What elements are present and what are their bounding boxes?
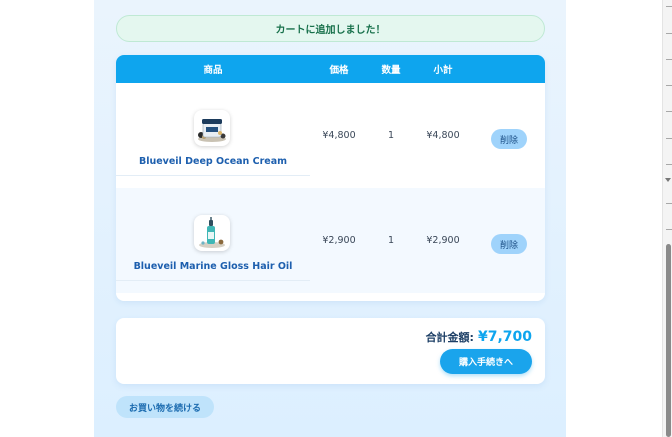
scroll-tick: [666, 59, 672, 60]
qty-cell: 1: [387, 235, 395, 246]
scroll-tick: [666, 138, 672, 139]
total-amount: ¥7,700: [477, 329, 532, 345]
checkout-button[interactable]: 購入手続きへ: [440, 349, 532, 374]
product-cell: Blueveil Deep Ocean Cream: [116, 83, 310, 176]
cream-jar-image[interactable]: [194, 110, 230, 146]
price-cell: ¥2,900: [322, 235, 356, 246]
cart-table: 商品 価格 数量 小計 Blueveil Deep Ocean Cream ¥4…: [116, 55, 545, 301]
product-name[interactable]: Blueveil Deep Ocean Cream: [116, 156, 310, 167]
scroll-tick: [666, 203, 672, 204]
subtotal-cell: ¥4,800: [426, 130, 460, 141]
qty-cell: 1: [387, 130, 395, 141]
continue-shopping-button[interactable]: お買い物を続ける: [116, 396, 214, 418]
scroll-tick: [666, 6, 672, 7]
order-summary: 合計金額: ¥7,700 購入手続きへ: [116, 318, 545, 384]
total-label: 合計金額:: [425, 331, 474, 344]
oil-bottle-image[interactable]: [194, 215, 230, 251]
scroll-tick: [666, 111, 672, 112]
price-cell: ¥4,800: [322, 130, 356, 141]
scroll-tick: [666, 33, 672, 34]
scrollbar-thumb[interactable]: [666, 244, 671, 437]
total: 合計金額: ¥7,700: [426, 329, 532, 345]
scroll-down-arrow-icon[interactable]: [665, 178, 671, 182]
header-product: 商品: [203, 65, 223, 76]
delete-button[interactable]: 削除: [491, 129, 527, 149]
table-header: 商品 価格 数量 小計: [116, 55, 545, 83]
header-subtotal: 小計: [433, 65, 453, 76]
subtotal-cell: ¥2,900: [426, 235, 460, 246]
table-row: Blueveil Deep Ocean Cream ¥4,800 1 ¥4,80…: [116, 83, 545, 188]
table-row: Blueveil Marine Gloss Hair Oil ¥2,900 1 …: [116, 188, 545, 293]
added-to-cart-notice: カートに追加しました！: [116, 15, 545, 42]
notice-text: カートに追加しました！: [275, 25, 386, 36]
scrollbar[interactable]: [662, 0, 672, 437]
scroll-tick: [666, 229, 672, 230]
delete-button[interactable]: 削除: [491, 234, 527, 254]
product-cell: Blueveil Marine Gloss Hair Oil: [116, 188, 310, 281]
scroll-tick: [666, 85, 672, 86]
scroll-tick: [666, 164, 672, 165]
header-price: 価格: [329, 65, 349, 76]
product-name[interactable]: Blueveil Marine Gloss Hair Oil: [116, 261, 310, 272]
header-qty: 数量: [381, 65, 401, 76]
